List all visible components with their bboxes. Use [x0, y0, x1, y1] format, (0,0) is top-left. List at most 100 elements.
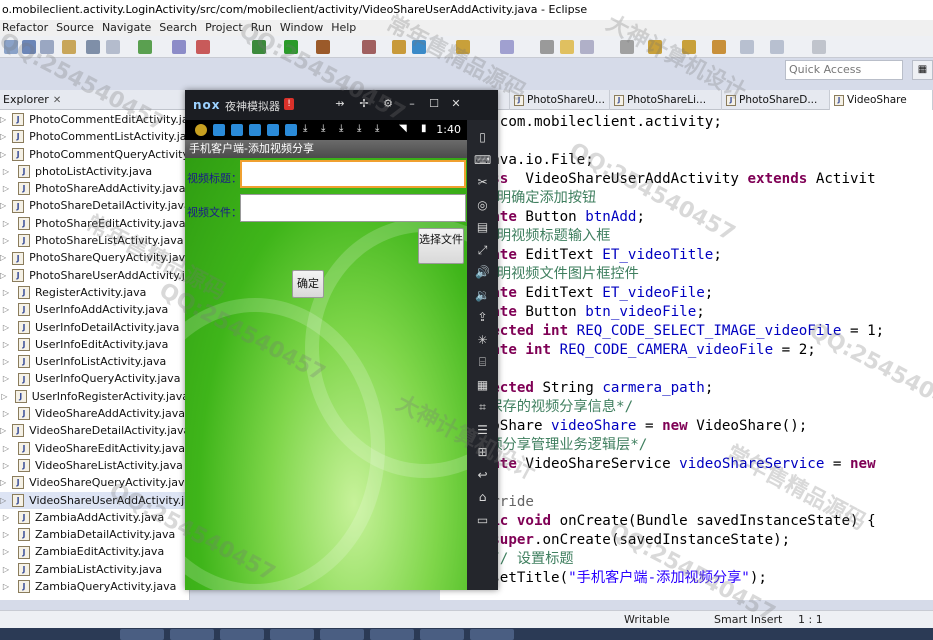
expand-icon[interactable]: ▷	[0, 388, 9, 405]
expand-icon[interactable]: ▷	[0, 111, 6, 128]
taskbar-button[interactable]	[470, 629, 514, 640]
file-item[interactable]: ▷ J VideoShareEditActivity.java	[0, 440, 189, 457]
keyboard-icon[interactable]: ⌨	[474, 153, 491, 167]
menu-run[interactable]: Run	[249, 20, 278, 36]
task-icon[interactable]	[172, 40, 186, 54]
file-item[interactable]: ▷ J PhotoShareEditActivity.java	[0, 215, 189, 232]
toggle-mark-icon[interactable]	[540, 40, 554, 54]
taskbar-button[interactable]	[270, 629, 314, 640]
shake-icon[interactable]: ⌗	[474, 400, 491, 414]
last-edit-icon[interactable]	[712, 40, 726, 54]
new-icon[interactable]	[4, 40, 18, 54]
menu-navigate[interactable]: Navigate	[100, 20, 157, 36]
video-file-input[interactable]	[240, 194, 466, 222]
file-item[interactable]: ▷ JphotoListActivity.java	[0, 163, 189, 180]
import-icon[interactable]	[86, 40, 100, 54]
expand-icon[interactable]: ▷	[0, 232, 12, 249]
new-class-icon[interactable]	[412, 40, 426, 54]
menu-search[interactable]: Search	[157, 20, 203, 36]
menu-window[interactable]: Window	[278, 20, 329, 36]
file-item[interactable]: ▷ J PhotoShareAddActivity.java	[0, 180, 189, 197]
taskbar-button[interactable]	[170, 629, 214, 640]
volume-down-icon[interactable]: 🔉	[474, 288, 491, 302]
close-icon[interactable]: ✕	[449, 97, 463, 111]
expand-icon[interactable]: ▷	[0, 492, 6, 509]
search-icon[interactable]	[500, 40, 514, 54]
file-item[interactable]: ▷ J PhotoShareUserAddActivity.java	[0, 267, 205, 284]
expand-icon[interactable]: ▷	[0, 284, 12, 301]
prev-annotation-icon[interactable]	[682, 40, 696, 54]
editor-tab[interactable]: J PhotoShareLi...	[610, 90, 722, 110]
new-package-icon[interactable]	[392, 40, 406, 54]
expand-icon[interactable]: ▷	[0, 405, 12, 422]
expand-icon[interactable]: ▷	[0, 440, 12, 457]
back-icon[interactable]	[740, 40, 754, 54]
file-item[interactable]: ▷ J VideoShareQueryActivity.java	[0, 474, 191, 491]
forward-icon[interactable]	[770, 40, 784, 54]
expand-icon[interactable]: ▷	[0, 457, 12, 474]
expand-icon[interactable]: ▷	[0, 163, 12, 180]
quick-access-input[interactable]: Quick Access	[785, 60, 903, 80]
export-icon[interactable]	[106, 40, 120, 54]
expand-icon[interactable]: ▷	[0, 301, 12, 318]
taskbar-button[interactable]	[120, 629, 164, 640]
file-item[interactable]: ▷ J VideoShareAddActivity.java	[0, 405, 189, 422]
menu-icon[interactable]: ☰	[474, 423, 491, 437]
file-item[interactable]: ▷ J PhotoShareDetailActivity.java	[0, 197, 191, 214]
expand-icon[interactable]: ▷	[0, 197, 6, 214]
close-icon[interactable]: ✕	[53, 95, 61, 106]
macro-icon[interactable]: ⌸	[474, 355, 491, 369]
file-item[interactable]: ▷ J UserInfoAddActivity.java	[0, 301, 189, 318]
taskbar-button[interactable]	[220, 629, 264, 640]
open-perspective-button[interactable]: ▦	[912, 60, 933, 80]
explorer-tab[interactable]: Explorer ✕	[0, 90, 189, 110]
menu-project[interactable]: Project	[203, 20, 249, 36]
expand-icon[interactable]: ▷	[0, 146, 6, 163]
volume-up-icon[interactable]: 🔊	[474, 265, 491, 279]
file-item[interactable]: ▷ J ZambiaEditActivity.java	[0, 543, 189, 560]
file-item[interactable]: ▷ J ZambiaDetailActivity.java	[0, 526, 189, 543]
save-all-icon[interactable]	[40, 40, 54, 54]
print-icon[interactable]	[62, 40, 76, 54]
back-icon[interactable]: ↩	[474, 468, 491, 482]
expand-icon[interactable]: ▷	[0, 180, 12, 197]
expand-icon[interactable]: ▷	[0, 128, 6, 145]
multi-window-icon[interactable]: ▦	[474, 378, 491, 392]
file-item[interactable]: ▷ J PhotoShareQueryActivity.java	[0, 249, 192, 266]
expand-icon[interactable]: ▷	[0, 249, 6, 266]
stop-icon[interactable]	[196, 40, 210, 54]
pin-editor-icon[interactable]	[812, 40, 826, 54]
file-item[interactable]: ▷ J UserInfoListActivity.java	[0, 353, 189, 370]
file-item[interactable]: ▷ J PhotoCommentQueryActivity.java	[0, 146, 214, 163]
emulator-titlebar[interactable]: nox 夜神模拟器 ! ⇸ ✢ ⚙ – ☐ ✕	[185, 90, 498, 120]
fullscreen-icon[interactable]: ⤢	[474, 243, 491, 257]
skip-breakpoints-icon[interactable]	[362, 40, 376, 54]
file-item[interactable]: ▷ J ZambiaAddActivity.java	[0, 509, 189, 526]
build-icon[interactable]	[138, 40, 152, 54]
next-annotation-icon[interactable]	[648, 40, 662, 54]
screen-record-icon[interactable]: ▤	[474, 220, 491, 234]
maximize-icon[interactable]: ☐	[427, 97, 441, 111]
run-icon[interactable]	[284, 40, 298, 54]
apk-install-icon[interactable]: ⇪	[474, 310, 491, 324]
home-icon[interactable]: ⌂	[474, 490, 491, 504]
highlight-icon[interactable]	[560, 40, 574, 54]
show-whitespace-icon[interactable]	[620, 40, 634, 54]
taskbar-button[interactable]	[370, 629, 414, 640]
video-title-input[interactable]	[240, 160, 466, 188]
file-item[interactable]: ▷ J VideoShareListActivity.java	[0, 457, 189, 474]
expand-icon[interactable]: ▷	[0, 561, 12, 578]
expand-icon[interactable]: ▷	[0, 336, 12, 353]
loading-icon[interactable]: ✳	[474, 333, 491, 347]
recent-apps-icon[interactable]: ▭	[474, 513, 491, 527]
file-item[interactable]: ▷ J UserInfoDetailActivity.java	[0, 319, 189, 336]
expand-icon[interactable]: ▷	[0, 267, 6, 284]
file-item[interactable]: ▷ J UserInfoRegisterActivity.java	[0, 388, 189, 405]
debug-icon[interactable]	[252, 40, 266, 54]
file-item[interactable]: ▷ J ZambiaQueryActivity.java	[0, 578, 189, 595]
notice-badge[interactable]: !	[284, 98, 294, 110]
code-editor[interactable]: ckage com.mobileclient.activity;ort java…	[440, 110, 933, 600]
settings-icon[interactable]: ⚙	[381, 97, 395, 111]
file-item[interactable]: ▷ J RegisterActivity.java	[0, 284, 189, 301]
expand-icon[interactable]: ▷	[0, 370, 12, 387]
